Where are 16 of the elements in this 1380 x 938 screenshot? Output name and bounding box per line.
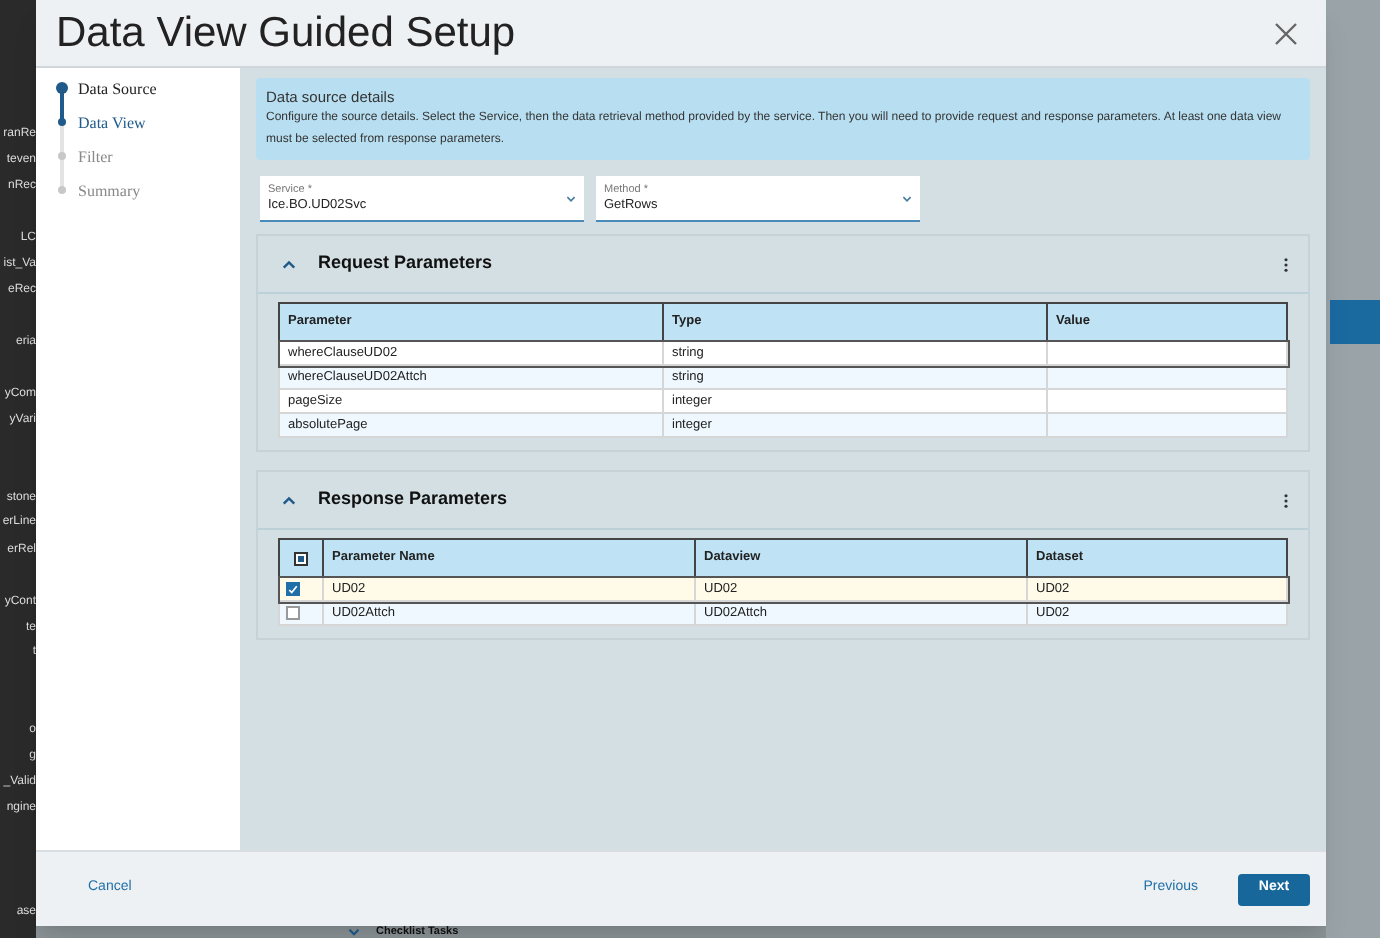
step-label[interactable]: Summary [78, 179, 141, 203]
select-all-checkbox[interactable] [294, 551, 308, 565]
close-button[interactable] [1274, 19, 1302, 47]
panel-title: Response Parameters [318, 486, 508, 513]
background-panel [1330, 300, 1380, 344]
chevron-icon [902, 195, 912, 201]
chevron-icon [566, 195, 576, 201]
step-label[interactable]: Filter [78, 145, 113, 169]
step-label[interactable]: Data Source [78, 77, 157, 101]
close-icon [1274, 21, 1298, 45]
dialog-title: Data View Guided Setup [56, 7, 516, 60]
step-label[interactable]: Data View [78, 111, 146, 135]
checkbox[interactable] [286, 606, 300, 620]
chevron-icon [348, 928, 360, 936]
panel-title: Request Parameters [318, 250, 493, 277]
checkbox[interactable] [286, 582, 300, 596]
